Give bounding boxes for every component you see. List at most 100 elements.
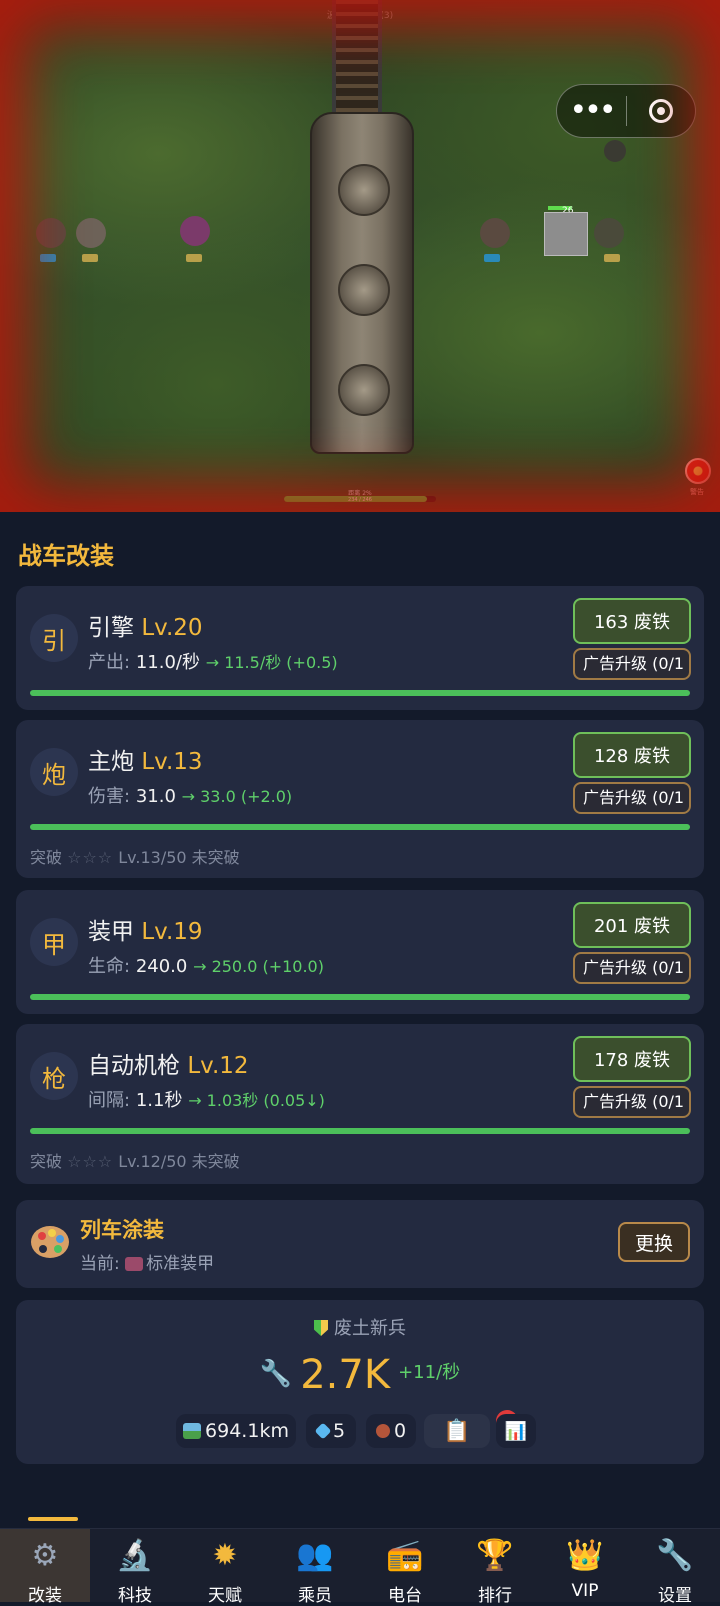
tab-tech[interactable]: 🔬 科技 [90, 1529, 180, 1606]
enemy-sprite [594, 218, 624, 248]
enemy-tag [484, 254, 500, 262]
train-turret [338, 264, 390, 316]
upgrade-card-armor: 甲 装甲 Lv.19 生命: 240.0 → 250.0 (+10.0) 201… [16, 890, 704, 1014]
player-rank: 废土新兵 [16, 1314, 704, 1340]
upgrade-card-machine-gun: 枪 自动机枪 Lv.12 间隔: 1.1秒 → 1.03秒 (0.05↓) 17… [16, 1024, 704, 1184]
microscope-icon: 🔬 [116, 1537, 154, 1573]
tokens-chip: 0 [366, 1414, 416, 1448]
clipboard-icon: 📋 [443, 1418, 471, 1444]
upgrade-level: Lv.19 [141, 919, 203, 945]
tab-vip[interactable]: 👑 VIP [540, 1529, 630, 1602]
scrap-total: 🔧 2.7K +11/秒 [16, 1352, 704, 1398]
upgrade-stat: 产出: 11.0/秒 → 11.5/秒 (+0.5) [88, 652, 338, 673]
upgrade-name: 主炮 Lv.13 [88, 749, 203, 775]
distance-chip: 694.1km [176, 1414, 296, 1448]
machine-gun-badge: 枪 [30, 1052, 78, 1100]
star-icons: ☆☆☆ [67, 1152, 114, 1171]
tab-radio[interactable]: 📻 电台 [360, 1529, 450, 1606]
token-icon [375, 1424, 390, 1438]
tab-ranking[interactable]: 🏆 排行 [450, 1529, 540, 1606]
train-skin-card: 列车涂装 当前: 标准装甲 更换 [16, 1200, 704, 1288]
player-summary-card: 废土新兵 🔧2.7K+11/秒 694.1km 5 0 📋 2 📊 [16, 1300, 704, 1464]
rail-track [332, 0, 382, 120]
stat-next: → 250.0 (+10.0) [193, 957, 324, 976]
gems-chip: 5 [306, 1414, 356, 1448]
upgrade-cost-button[interactable]: 163 废铁 [573, 598, 691, 644]
train-turret [338, 364, 390, 416]
trophy-icon: 🏆 [476, 1537, 514, 1573]
armor-badge: 甲 [30, 918, 78, 966]
enemy-sprite [36, 218, 66, 248]
upgrade-cost-button[interactable]: 178 废铁 [573, 1036, 691, 1082]
main-gun-badge: 炮 [30, 748, 78, 796]
more-icon[interactable]: ••• [557, 84, 626, 138]
section-title: 战车改装 [18, 542, 114, 570]
stat-next: → 33.0 (+2.0) [181, 787, 293, 806]
wrench-icon: 🔧 [656, 1537, 694, 1573]
upgrade-progress-bar [30, 690, 690, 696]
train-sprite [310, 112, 414, 454]
game-scene[interactable]: 波数 障碍5-1(3) 26 ••• 警告 距离 2% 234 / 246 [0, 0, 720, 512]
scrap-rate: +11/秒 [398, 1362, 461, 1383]
stats-button[interactable]: 📊 [496, 1414, 536, 1448]
upgrade-progress-bar [30, 994, 690, 1000]
upgrade-level: Lv.13 [141, 749, 203, 775]
supply-crate [544, 212, 588, 256]
ad-upgrade-button[interactable]: 广告升级 (0/1 [573, 952, 691, 984]
breakthrough-status: 突破 ☆☆☆ Lv.13/50 未突破 [30, 848, 240, 867]
alert-icon[interactable] [685, 458, 711, 484]
train-icon [125, 1257, 144, 1271]
upgrade-stat: 伤害: 31.0 → 33.0 (+2.0) [88, 786, 293, 807]
current-skin: 当前: 标准装甲 [80, 1254, 215, 1274]
enemy-sprite [180, 216, 210, 246]
upgrade-progress-bar [30, 1128, 690, 1134]
bottom-nav: ⚙ 改装 🔬 科技 ✹ 天赋 👥 乘员 📻 电台 🏆 排行 👑 VIP 🔧 设置 [0, 1528, 720, 1606]
upgrade-cost-button[interactable]: 128 废铁 [573, 732, 691, 778]
gear-icon: ⚙ [31, 1537, 59, 1573]
enemy-sprite [604, 140, 626, 162]
ad-upgrade-button[interactable]: 广告升级 (0/1 [573, 648, 691, 680]
star-icons: ☆☆☆ [67, 848, 114, 867]
change-skin-button[interactable]: 更换 [618, 1222, 690, 1262]
alert-label: 警告 [690, 488, 704, 496]
upgrade-stat: 生命: 240.0 → 250.0 (+10.0) [88, 956, 324, 977]
upgrade-stat: 间隔: 1.1秒 → 1.03秒 (0.05↓) [88, 1090, 325, 1111]
tab-crew[interactable]: 👥 乘员 [270, 1529, 360, 1606]
train-turret [338, 164, 390, 216]
enemy-tag [604, 254, 620, 262]
upgrade-name: 装甲 Lv.19 [88, 919, 203, 945]
tab-settings[interactable]: 🔧 设置 [630, 1529, 720, 1606]
crown-icon: 👑 [566, 1537, 604, 1573]
scrap-amount: 2.7K [300, 1352, 391, 1398]
enemy-tag [82, 254, 98, 262]
upgrade-cost-button[interactable]: 201 废铁 [573, 902, 691, 948]
upgrade-card-engine: 引 引擎 Lv.20 产出: 11.0/秒 → 11.5/秒 (+0.5) 16… [16, 586, 704, 710]
bar-chart-icon: 📊 [504, 1420, 528, 1442]
ad-upgrade-button[interactable]: 广告升级 (0/1 [573, 782, 691, 814]
mini-program-capsule: ••• [556, 84, 696, 138]
ad-upgrade-button[interactable]: 广告升级 (0/1 [573, 1086, 691, 1118]
wrench-icon: 🔧 [259, 1359, 293, 1389]
upgrade-name: 自动机枪 Lv.12 [88, 1053, 249, 1079]
tab-modify[interactable]: ⚙ 改装 [0, 1529, 90, 1606]
engine-badge: 引 [30, 614, 78, 662]
upgrade-name: 引擎 Lv.20 [88, 615, 203, 641]
distance-progress-value: 234 / 246 [348, 497, 372, 503]
active-tab-indicator [28, 1517, 78, 1521]
close-target-icon[interactable] [627, 99, 695, 123]
enemy-tag [40, 254, 56, 262]
landscape-icon [183, 1423, 202, 1439]
upgrade-level: Lv.20 [141, 615, 203, 641]
gem-icon [314, 1422, 332, 1440]
rookie-badge-icon [314, 1320, 328, 1336]
people-icon: 👥 [296, 1537, 334, 1573]
task-button[interactable]: 📋 [424, 1414, 490, 1448]
radio-icon: 📻 [386, 1537, 424, 1573]
tab-talent[interactable]: ✹ 天赋 [180, 1529, 270, 1606]
enemy-sprite [480, 218, 510, 248]
palette-icon [31, 1226, 69, 1258]
stat-next: → 11.5/秒 (+0.5) [205, 653, 338, 672]
sun-icon: ✹ [212, 1537, 238, 1573]
upgrade-card-main-gun: 炮 主炮 Lv.13 伤害: 31.0 → 33.0 (+2.0) 128 废铁… [16, 720, 704, 878]
skin-title: 列车涂装 [80, 1218, 164, 1242]
